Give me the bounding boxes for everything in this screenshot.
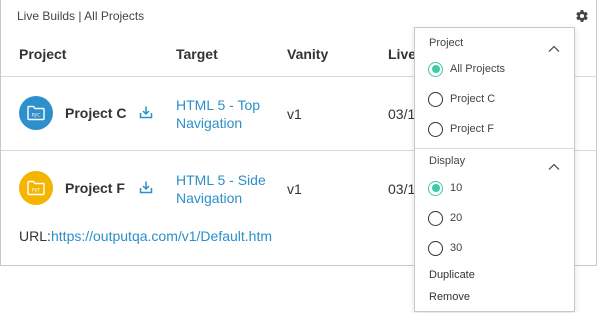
radio-display-10[interactable]: 10 [428, 179, 462, 197]
radio-button[interactable] [428, 121, 443, 137]
radio-display-30[interactable]: 30 [428, 239, 462, 257]
radio-button[interactable] [428, 180, 443, 196]
menu-divider [415, 148, 574, 149]
panel-title: Live Builds | All Projects [17, 9, 145, 23]
radio-button[interactable] [428, 61, 443, 77]
radio-all-projects[interactable]: All Projects [428, 60, 505, 78]
duplicate-menu-item[interactable]: Duplicate [429, 269, 475, 281]
project-name: Project C [65, 105, 127, 121]
target-link[interactable]: HTML 5 - Side Navigation [176, 171, 266, 207]
radio-button[interactable] [428, 210, 443, 226]
radio-button[interactable] [428, 240, 443, 256]
radio-label: 20 [450, 212, 463, 224]
vanity-value: v1 [287, 106, 302, 122]
target-link[interactable]: HTML 5 - Top Navigation [176, 96, 260, 132]
display-section-title: Display [429, 155, 466, 167]
collapse-display-chevron-up-icon[interactable] [548, 158, 560, 170]
target-link-line1: HTML 5 - Side [176, 172, 266, 188]
radio-label: 10 [450, 182, 463, 194]
radio-label: Project C [450, 93, 496, 105]
column-header-project: Project [19, 46, 67, 62]
project-c-folder-icon: PJ/C [19, 96, 53, 130]
project-c-icon-text: PJ/C [32, 113, 41, 119]
column-header-target: Target [176, 46, 218, 62]
column-header-vanity: Vanity [287, 46, 329, 62]
project-section-title: Project [429, 37, 464, 49]
collapse-project-chevron-up-icon[interactable] [548, 40, 560, 52]
target-link-line2: Navigation [176, 190, 243, 206]
radio-display-20[interactable]: 20 [428, 209, 462, 227]
radio-label: 30 [450, 242, 463, 254]
filter-menu: Project All Projects Project C Project F… [414, 27, 575, 312]
radio-label: Project F [450, 123, 495, 135]
target-link-line2: Navigation [176, 115, 243, 131]
live-value: 03/1 [388, 106, 416, 122]
download-icon[interactable] [139, 180, 153, 194]
radio-project-c[interactable]: Project C [428, 90, 495, 108]
live-value: 03/1 [388, 181, 416, 197]
url-label: URL: [19, 228, 51, 244]
project-name: Project F [65, 180, 125, 196]
radio-button[interactable] [428, 91, 443, 107]
vanity-value: v1 [287, 181, 302, 197]
url-link[interactable]: https://outputqa.com/v1/Default.htm [51, 228, 272, 244]
remove-menu-item[interactable]: Remove [429, 291, 470, 303]
project-f-folder-icon: PJ/F [19, 171, 53, 205]
radio-project-f[interactable]: Project F [428, 120, 494, 138]
download-icon[interactable] [139, 105, 153, 119]
project-f-icon-text: PJ/F [32, 188, 41, 194]
gear-icon[interactable] [575, 9, 589, 23]
target-link-line1: HTML 5 - Top [176, 97, 261, 113]
radio-label: All Projects [450, 63, 506, 75]
column-header-live: Live [388, 46, 417, 62]
